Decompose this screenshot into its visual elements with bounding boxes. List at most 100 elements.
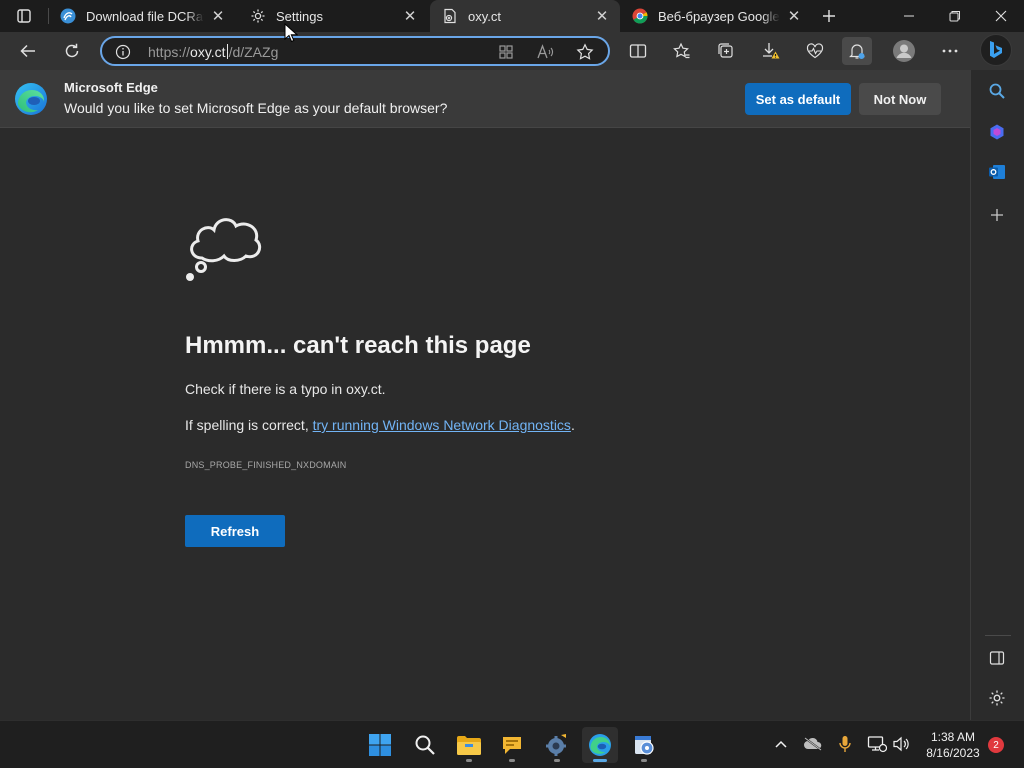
running-indicator bbox=[593, 759, 607, 762]
favorite-star-icon[interactable] bbox=[574, 42, 596, 62]
running-indicator bbox=[641, 759, 647, 762]
bing-copilot-button[interactable] bbox=[980, 34, 1012, 66]
gear-icon bbox=[989, 690, 1005, 706]
tab-actions-button[interactable] bbox=[6, 4, 42, 28]
default-browser-banner: Microsoft Edge Would you like to set Mic… bbox=[0, 70, 970, 128]
error-page-icon bbox=[442, 8, 458, 24]
start-button[interactable] bbox=[362, 727, 398, 763]
url-text[interactable]: https://oxy.ct/d/ZAZg bbox=[148, 44, 278, 60]
tab-title: oxy.ct bbox=[468, 8, 501, 24]
sidebar-settings-button[interactable] bbox=[983, 684, 1011, 712]
error-page: Hmmm... can't reach this page Check if t… bbox=[0, 128, 970, 720]
microphone-tray-icon[interactable] bbox=[834, 733, 856, 755]
collections-icon bbox=[718, 43, 733, 58]
back-button[interactable] bbox=[13, 37, 43, 65]
close-tab-icon[interactable]: ✕ bbox=[402, 8, 418, 25]
search-icon bbox=[989, 83, 1005, 99]
show-hidden-icons-button[interactable] bbox=[770, 733, 792, 755]
search-icon bbox=[415, 735, 435, 755]
speaker-icon bbox=[893, 736, 909, 752]
chrome-icon bbox=[632, 8, 648, 24]
more-horizontal-icon bbox=[942, 49, 958, 53]
edge-logo-icon bbox=[15, 83, 47, 115]
taskbar-search-button[interactable] bbox=[407, 727, 443, 763]
close-tab-icon[interactable]: ✕ bbox=[210, 8, 226, 25]
address-bar[interactable]: https://oxy.ct/d/ZAZg bbox=[100, 36, 610, 66]
running-indicator bbox=[554, 759, 560, 762]
error-hint-typo: Check if there is a typo in oxy.ct. bbox=[185, 381, 386, 397]
url-path: /d/ZAZg bbox=[228, 44, 279, 60]
windows-logo-icon bbox=[369, 734, 391, 756]
sidebar-outlook-button[interactable] bbox=[983, 158, 1011, 186]
tab-download[interactable]: Download file DCRatBuild ✕ bbox=[48, 0, 236, 32]
network-tray-icon[interactable] bbox=[866, 733, 888, 755]
tab-title: Download file DCRatBuild bbox=[86, 8, 204, 24]
close-tab-icon[interactable]: ✕ bbox=[594, 8, 610, 25]
banner-title: Microsoft Edge bbox=[64, 80, 158, 95]
not-now-button[interactable]: Not Now bbox=[859, 83, 941, 115]
network-diagnostics-link[interactable]: try running Windows Network Diagnostics bbox=[313, 417, 571, 433]
plus-icon bbox=[991, 209, 1003, 221]
error-hint-diagnostics: If spelling is correct, try running Wind… bbox=[185, 417, 575, 433]
running-indicator bbox=[466, 759, 472, 762]
settings-more-button[interactable] bbox=[935, 37, 965, 65]
volume-tray-icon[interactable] bbox=[890, 733, 912, 755]
collections-button[interactable] bbox=[711, 37, 741, 65]
hint-prefix: If spelling is correct, bbox=[185, 417, 313, 433]
plus-icon bbox=[823, 10, 835, 22]
tab-title: Веб-браузер Google Chrome bbox=[658, 8, 780, 24]
sidebar-add-button[interactable] bbox=[983, 201, 1011, 229]
sidebar-search-button[interactable] bbox=[983, 77, 1011, 105]
new-tab-button[interactable] bbox=[816, 4, 842, 28]
network-icon bbox=[867, 736, 887, 753]
taskbar-chat-app[interactable] bbox=[494, 727, 530, 763]
taskbar-settings-app[interactable] bbox=[539, 727, 575, 763]
refresh-button[interactable]: Refresh bbox=[185, 515, 285, 547]
downloads-button[interactable] bbox=[756, 37, 786, 65]
cloud-offline-icon bbox=[804, 737, 822, 751]
folder-icon bbox=[457, 736, 481, 755]
reload-icon bbox=[65, 43, 79, 58]
set-as-default-button[interactable]: Set as default bbox=[745, 83, 851, 115]
thought-cloud-icon bbox=[186, 218, 262, 281]
bing-logo-icon bbox=[990, 41, 1002, 58]
hide-sidebar-button[interactable] bbox=[983, 644, 1011, 672]
restore-button[interactable] bbox=[932, 0, 978, 32]
notification-count-badge[interactable]: 2 bbox=[988, 737, 1004, 753]
heart-pulse-icon bbox=[806, 43, 824, 59]
tab-chrome[interactable]: Веб-браузер Google Chrome ✕ bbox=[620, 0, 812, 32]
avatar bbox=[893, 40, 915, 62]
url-scheme: https:// bbox=[148, 44, 191, 60]
close-window-button[interactable] bbox=[978, 0, 1024, 32]
taskbar-file-explorer[interactable] bbox=[451, 727, 487, 763]
toolbar: https://oxy.ct/d/ZAZg bbox=[0, 32, 1024, 70]
onedrive-tray-icon[interactable] bbox=[802, 733, 824, 755]
reload-button[interactable] bbox=[57, 37, 87, 65]
site-info-icon[interactable] bbox=[114, 43, 132, 61]
minimize-button[interactable] bbox=[886, 0, 932, 32]
system-clock[interactable]: 1:38 AM 8/16/2023 bbox=[918, 729, 988, 761]
control-panel-icon bbox=[635, 736, 654, 755]
hint-suffix: . bbox=[570, 417, 575, 433]
sidebar-divider bbox=[985, 635, 1011, 636]
tab-oxy[interactable]: oxy.ct ✕ bbox=[430, 0, 620, 32]
read-aloud-icon[interactable] bbox=[534, 42, 556, 62]
edge-logo-icon bbox=[589, 734, 611, 756]
close-tab-icon[interactable]: ✕ bbox=[786, 8, 802, 25]
gear-icon bbox=[546, 734, 566, 756]
tab-settings[interactable]: Settings ✕ bbox=[238, 0, 428, 32]
bell-icon bbox=[849, 44, 865, 59]
chat-bubble-icon bbox=[503, 737, 521, 754]
notifications-button[interactable] bbox=[842, 37, 872, 65]
favorites-button[interactable] bbox=[667, 37, 697, 65]
taskbar-control-panel[interactable] bbox=[626, 727, 662, 763]
split-screen-button[interactable] bbox=[623, 37, 653, 65]
running-indicator bbox=[509, 759, 515, 762]
app-available-icon[interactable] bbox=[495, 42, 517, 62]
profile-button[interactable] bbox=[889, 37, 919, 65]
browser-essentials-button[interactable] bbox=[800, 37, 830, 65]
sidebar-copilot-button[interactable] bbox=[983, 118, 1011, 146]
taskbar-edge[interactable] bbox=[582, 727, 618, 763]
tab-strip: Download file DCRatBuild ✕ Settings ✕ ox… bbox=[0, 0, 1024, 32]
error-title: Hmmm... can't reach this page bbox=[185, 332, 531, 359]
